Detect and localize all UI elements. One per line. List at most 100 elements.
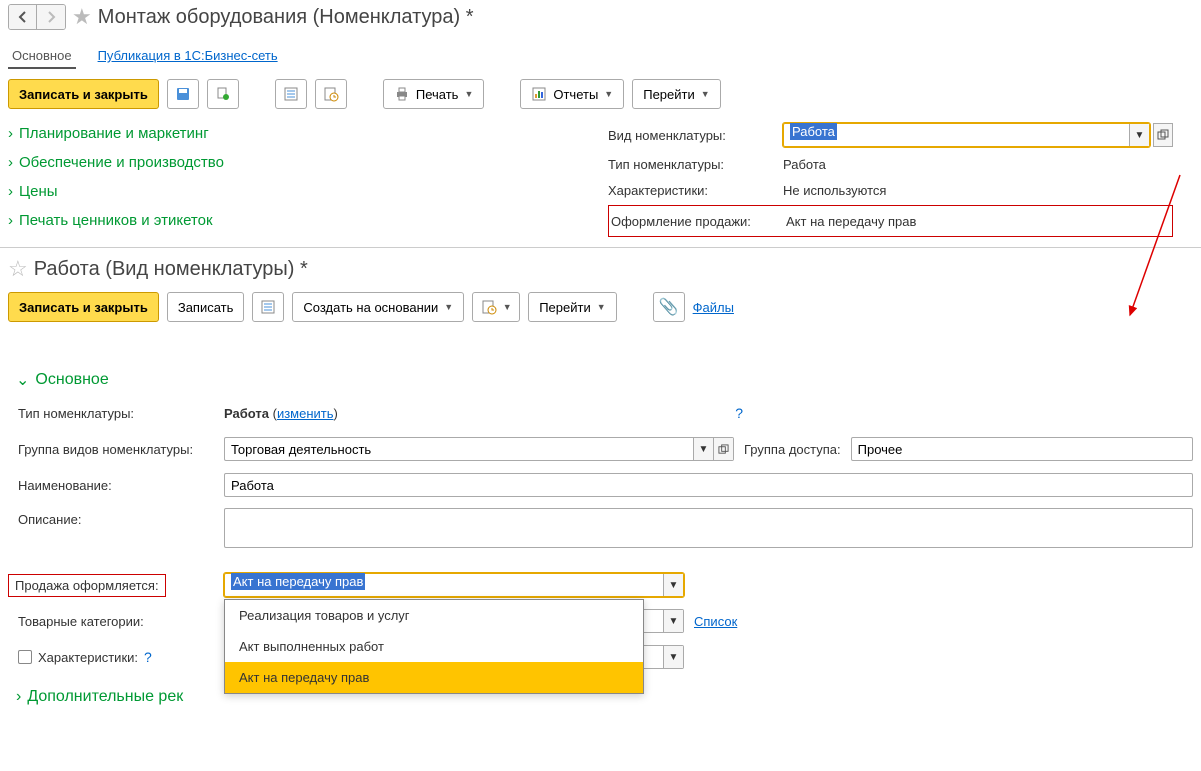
goto-button[interactable]: Перейти ▼ — [632, 79, 720, 109]
open-external-button[interactable] — [1153, 123, 1173, 147]
list-icon — [260, 299, 276, 315]
clock-doc-icon — [481, 299, 497, 315]
help-icon[interactable]: ? — [735, 405, 743, 421]
expander-planning[interactable]: ›Планирование и маркетинг — [8, 119, 318, 148]
chars-label: Характеристики: — [608, 183, 783, 198]
combo-dropdown-button[interactable]: ▼ — [663, 610, 683, 632]
expander-supply[interactable]: ›Обеспечение и производство — [8, 148, 318, 177]
change-link[interactable]: изменить — [277, 406, 334, 421]
chars-checkbox-label: Характеристики: — [38, 650, 138, 665]
combo-open-button[interactable] — [713, 438, 733, 460]
save-icon — [175, 86, 191, 102]
name-label: Наименование: — [8, 478, 224, 493]
create-based-button[interactable]: Создать на основании ▼ — [292, 292, 464, 322]
dropdown-arrow-icon: ▼ — [701, 89, 710, 99]
desc-label: Описание: — [8, 508, 224, 527]
copy-button[interactable] — [207, 79, 239, 109]
dropdown-option-1[interactable]: Реализация товаров и услуг — [225, 600, 643, 631]
goto-label: Перейти — [643, 87, 695, 102]
expander-print-tags[interactable]: ›Печать ценников и этикеток — [8, 206, 318, 235]
dropdown-arrow-icon: ▼ — [597, 302, 606, 312]
schedule-button-2[interactable]: ▼ — [472, 292, 520, 322]
arrow-left-icon — [15, 9, 31, 25]
type-label-2: Тип номенклатуры: — [8, 406, 224, 421]
chevron-right-icon: › — [8, 212, 13, 229]
access-label: Группа доступа: — [744, 442, 841, 457]
name-input[interactable] — [225, 474, 1192, 496]
save-close-button[interactable]: Записать и закрыть — [8, 79, 159, 109]
description-textarea[interactable] — [224, 508, 1193, 548]
main-section-header[interactable]: ⌄ Основное — [8, 362, 1193, 400]
paperclip-icon: 📎 — [659, 297, 679, 317]
group-input[interactable] — [225, 438, 693, 460]
clock-doc-icon — [323, 86, 339, 102]
combo-dropdown-button[interactable]: ▼ — [663, 574, 683, 596]
combo-dropdown-button[interactable]: ▼ — [663, 646, 683, 668]
goto-label: Перейти — [539, 300, 591, 315]
chart-icon — [531, 86, 547, 102]
dropdown-arrow-icon: ▼ — [444, 302, 453, 312]
name-field[interactable] — [224, 473, 1193, 497]
type-value-bold: Работа — [224, 406, 269, 421]
sale-label-highlight: Продажа оформляется: — [8, 574, 166, 597]
dropdown-option-3[interactable]: Акт на передачу прав — [225, 662, 643, 693]
combo-dropdown-button[interactable]: ▼ — [693, 438, 713, 460]
files-link[interactable]: Файлы — [693, 300, 734, 315]
chars-value: Не используются — [783, 183, 1173, 198]
nav-group — [8, 4, 66, 30]
dropdown-arrow-icon: ▼ — [464, 89, 473, 99]
tab-publish[interactable]: Публикация в 1С:Бизнес-сеть — [94, 44, 282, 69]
help-icon[interactable]: ? — [144, 649, 152, 665]
expander-prices[interactable]: ›Цены — [8, 177, 318, 206]
arrow-right-icon — [43, 9, 59, 25]
dropdown-option-2[interactable]: Акт выполненных работ — [225, 631, 643, 662]
type-value: Работа — [783, 157, 1173, 172]
save-button[interactable] — [167, 79, 199, 109]
access-input[interactable] — [852, 438, 1192, 460]
print-button[interactable]: Печать ▼ — [383, 79, 485, 109]
forward-button[interactable] — [37, 5, 65, 29]
schedule-button[interactable] — [315, 79, 347, 109]
group-label: Группа видов номенклатуры: — [8, 442, 224, 457]
save-close-button-2[interactable]: Записать и закрыть — [8, 292, 159, 322]
chevron-right-icon: › — [16, 688, 21, 706]
chars-checkbox[interactable] — [18, 650, 32, 664]
sale-dropdown-list: Реализация товаров и услуг Акт выполненн… — [224, 599, 644, 694]
reports-button[interactable]: Отчеты ▼ — [520, 79, 624, 109]
categories-label: Товарные категории: — [8, 614, 224, 629]
group-combo[interactable]: ▼ — [224, 437, 734, 461]
tab-main[interactable]: Основное — [8, 44, 76, 69]
open-icon — [1157, 129, 1169, 141]
sale-label: Оформление продажи: — [611, 214, 786, 229]
favorite-star-icon[interactable]: ★ — [72, 4, 92, 30]
back-button[interactable] — [9, 5, 37, 29]
reports-label: Отчеты — [553, 87, 598, 102]
list-button[interactable] — [275, 79, 307, 109]
open-icon — [718, 444, 729, 455]
list-link[interactable]: Список — [694, 614, 737, 629]
print-label: Печать — [416, 87, 459, 102]
sale-combo-value: Акт на передачу прав — [231, 573, 365, 590]
save-button-2[interactable]: Записать — [167, 292, 245, 322]
create-based-label: Создать на основании — [303, 300, 438, 315]
goto-button-2[interactable]: Перейти ▼ — [528, 292, 616, 322]
attach-button[interactable]: 📎 — [653, 292, 685, 322]
kind-label: Вид номенклатуры: — [608, 128, 783, 143]
list-button-2[interactable] — [252, 292, 284, 322]
favorite-star-icon[interactable]: ☆ — [8, 256, 28, 282]
list-icon — [283, 86, 299, 102]
chevron-right-icon: › — [8, 125, 13, 142]
page-title: Монтаж оборудования (Номенклатура) * — [98, 6, 474, 29]
print-icon — [394, 86, 410, 102]
sale-combo[interactable]: Акт на передачу прав ▼ — [224, 573, 684, 597]
chevron-right-icon: › — [8, 154, 13, 171]
access-combo[interactable] — [851, 437, 1193, 461]
chevron-right-icon: › — [8, 183, 13, 200]
combo-dropdown-button[interactable]: ▼ — [1129, 124, 1149, 146]
dropdown-arrow-icon: ▼ — [604, 89, 613, 99]
dropdown-arrow-icon: ▼ — [503, 302, 512, 312]
kind-value: Работа — [790, 123, 837, 140]
copy-icon — [215, 86, 231, 102]
chevron-down-icon: ⌄ — [16, 370, 29, 390]
kind-combo[interactable]: Работа ▼ — [783, 123, 1150, 147]
